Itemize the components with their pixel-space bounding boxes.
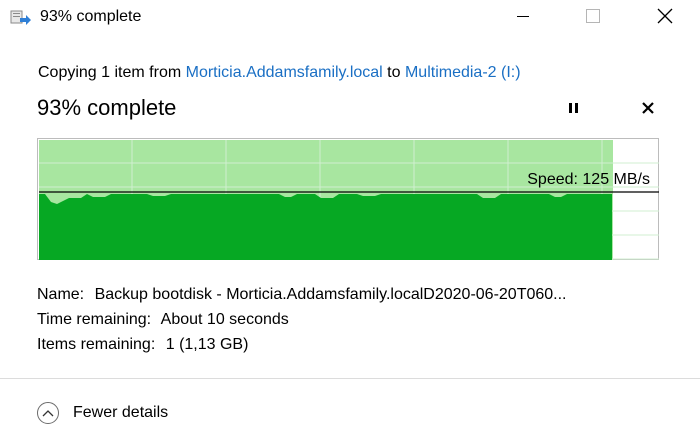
- minimize-icon: [517, 9, 529, 27]
- title-bar: 93% complete: [0, 0, 700, 36]
- speed-graph-canvas: [39, 140, 659, 260]
- source-link[interactable]: Morticia.Addamsfamily.local: [186, 64, 383, 81]
- time-remaining-label: Time remaining:: [37, 311, 152, 328]
- fewer-details-button[interactable]: Fewer details: [37, 400, 168, 426]
- copy-to: to: [387, 64, 401, 81]
- chevron-up-icon: [37, 402, 59, 424]
- maximize-icon: [586, 8, 600, 28]
- pause-button[interactable]: [566, 100, 582, 116]
- time-remaining-value: About 10 seconds: [160, 311, 289, 328]
- cancel-icon: [640, 102, 656, 120]
- minimize-button[interactable]: [500, 0, 546, 36]
- fewer-details-label: Fewer details: [73, 404, 169, 421]
- name-row: Name: Backup bootdisk - Morticia.Addamsf…: [37, 282, 567, 307]
- file-copy-arrow-icon: [10, 9, 32, 27]
- speed-label: Speed: 125 MB/s: [527, 171, 650, 188]
- time-remaining-row: Time remaining: About 10 seconds: [37, 307, 567, 332]
- speed-graph: Speed: 125 MB/s: [37, 138, 659, 260]
- copy-description: Copying 1 item from Morticia.Addamsfamil…: [38, 64, 521, 82]
- progress-status: 93% complete: [37, 95, 177, 120]
- name-label: Name:: [37, 286, 85, 303]
- window-title: 93% complete: [40, 8, 142, 25]
- footer-divider: [0, 378, 700, 379]
- items-remaining-value: 1 (1,13 GB): [165, 336, 249, 353]
- cancel-button[interactable]: [640, 100, 656, 116]
- pause-icon: [566, 103, 582, 120]
- close-icon: [657, 8, 673, 29]
- destination-link[interactable]: Multimedia-2 (I:): [405, 64, 521, 81]
- items-remaining-label: Items remaining:: [37, 336, 156, 353]
- maximize-button[interactable]: [570, 0, 616, 36]
- name-value: Backup bootdisk - Morticia.Addamsfamily.…: [94, 286, 567, 303]
- items-remaining-row: Items remaining: 1 (1,13 GB): [37, 332, 567, 357]
- copy-details: Name: Backup bootdisk - Morticia.Addamsf…: [37, 282, 567, 357]
- throughput-area: [39, 194, 612, 260]
- copy-prefix: Copying 1 item from: [38, 64, 182, 81]
- close-button[interactable]: [642, 0, 688, 36]
